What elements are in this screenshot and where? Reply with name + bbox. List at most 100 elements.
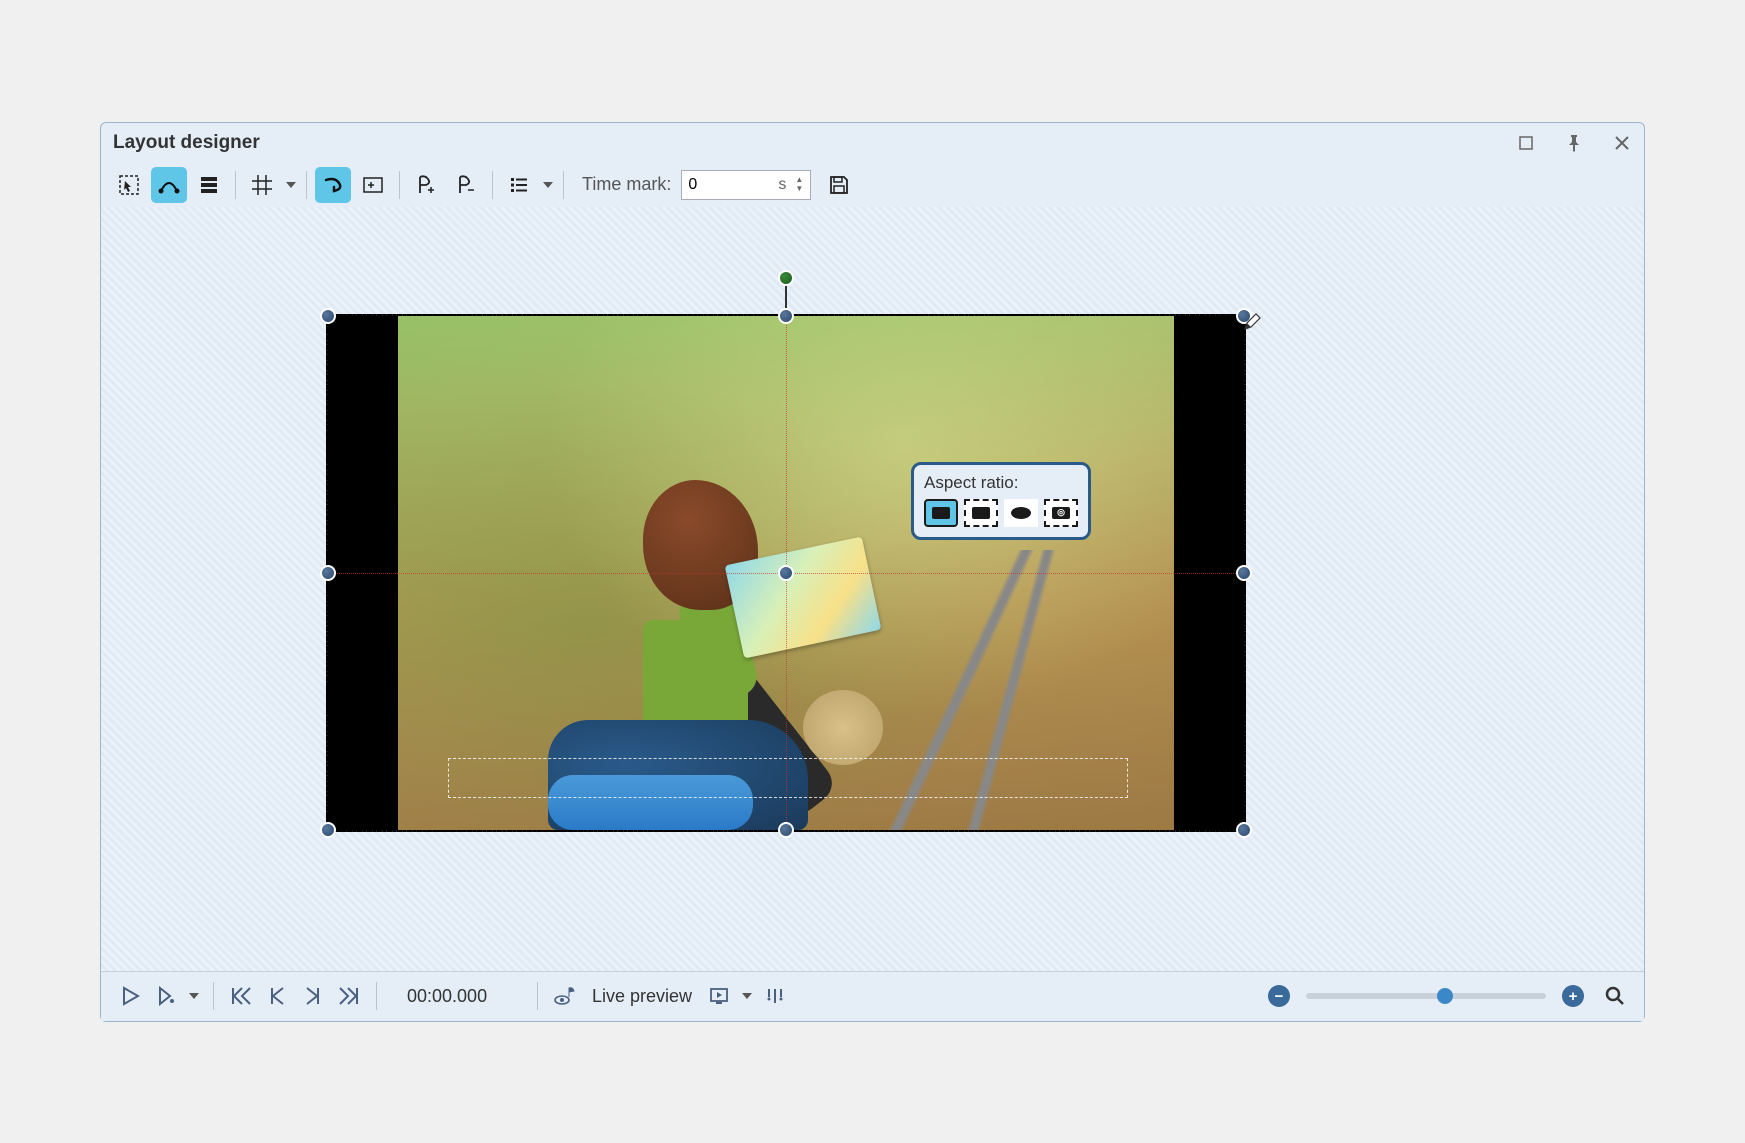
chevron-down-icon	[543, 182, 553, 188]
handle-bottom-right[interactable]	[1236, 822, 1252, 838]
grid-tool-button[interactable]	[244, 167, 280, 203]
rotate-handle[interactable]	[778, 270, 794, 286]
chevron-down-icon	[286, 182, 296, 188]
handle-mid-right[interactable]	[1236, 565, 1252, 581]
preview-mode-icon	[708, 986, 730, 1006]
titlebar: Layout designer	[101, 123, 1644, 163]
canvas-area[interactable]: Aspect ratio: ◎	[101, 207, 1644, 971]
save-button[interactable]	[821, 167, 857, 203]
rewind-start-button[interactable]	[226, 981, 256, 1011]
layout-designer-window: Layout designer	[100, 122, 1645, 1022]
zoom-in-button[interactable]: +	[1562, 985, 1584, 1007]
timeline-markers-button[interactable]	[760, 981, 790, 1011]
video-object[interactable]	[326, 314, 1246, 832]
vector-tool-button[interactable]	[151, 167, 187, 203]
aspect-option-stretch[interactable]: ◎	[1044, 499, 1078, 527]
aspect-ratio-options: ◎	[924, 499, 1078, 527]
pin-icon	[1566, 134, 1582, 152]
separator	[213, 982, 214, 1010]
aspect-ratio-title: Aspect ratio:	[924, 473, 1078, 493]
chevron-down-icon	[742, 993, 752, 999]
separator	[563, 171, 564, 199]
rewind-start-icon	[230, 986, 252, 1006]
separator	[306, 171, 307, 199]
add-region-button[interactable]	[355, 167, 391, 203]
time-spinner: ▲ ▼	[794, 176, 804, 193]
live-preview-label: Live preview	[592, 986, 692, 1007]
zoom-slider[interactable]	[1306, 993, 1546, 999]
grid-dropdown[interactable]	[284, 182, 298, 188]
flag-plus-icon	[414, 173, 438, 197]
timecode-display: 00:00.000	[407, 986, 507, 1007]
zoom-thumb[interactable]	[1437, 988, 1453, 1004]
stack-icon	[197, 173, 221, 197]
close-button[interactable]	[1612, 133, 1632, 153]
keyframe-add-button[interactable]	[408, 167, 444, 203]
magnifier-icon	[1604, 985, 1626, 1007]
chevron-down-icon	[189, 993, 199, 999]
handle-top-left[interactable]	[320, 308, 336, 324]
pen-curve-icon	[157, 173, 181, 197]
separator	[235, 171, 236, 199]
aspect-option-fill[interactable]	[1004, 499, 1038, 527]
play-button[interactable]	[115, 981, 145, 1011]
plus-icon: +	[1569, 988, 1578, 1005]
forward-end-button[interactable]	[334, 981, 364, 1011]
zoom-fit-button[interactable]	[1600, 981, 1630, 1011]
maximize-button[interactable]	[1516, 133, 1536, 153]
aspect-option-original[interactable]	[924, 499, 958, 527]
path-retro-icon	[321, 173, 345, 197]
spinner-down[interactable]: ▼	[794, 185, 804, 193]
window-title: Layout designer	[113, 132, 1516, 154]
save-icon	[828, 174, 850, 196]
handle-bottom-left[interactable]	[320, 822, 336, 838]
next-frame-icon	[303, 986, 323, 1006]
spinner-up[interactable]: ▲	[794, 176, 804, 184]
toolbar: Time mark: s ▲ ▼	[101, 163, 1644, 207]
time-mark-field[interactable]: s ▲ ▼	[681, 170, 811, 200]
separator	[492, 171, 493, 199]
next-frame-button[interactable]	[298, 981, 328, 1011]
prev-frame-icon	[267, 986, 287, 1006]
forward-end-icon	[338, 986, 360, 1006]
play-icon	[120, 986, 140, 1006]
stack-tool-button[interactable]	[191, 167, 227, 203]
markers-icon	[765, 986, 785, 1006]
list-dropdown[interactable]	[541, 182, 555, 188]
play-range-icon	[156, 986, 176, 1006]
zoom-out-button[interactable]: −	[1268, 985, 1290, 1007]
bottom-bar: 00:00.000 Live preview − +	[101, 971, 1644, 1021]
select-tool-button[interactable]	[111, 167, 147, 203]
retro-tool-button[interactable]	[315, 167, 351, 203]
dashed-select-icon	[117, 173, 141, 197]
pin-button[interactable]	[1564, 133, 1584, 153]
keyframe-remove-button[interactable]	[448, 167, 484, 203]
add-region-icon	[361, 173, 385, 197]
handle-top-center[interactable]	[778, 308, 794, 324]
preview-mode-button[interactable]	[704, 981, 734, 1011]
eye-flag-icon	[554, 986, 576, 1006]
separator	[399, 171, 400, 199]
play-dropdown[interactable]	[187, 993, 201, 999]
handle-center[interactable]	[778, 565, 794, 581]
time-mark-input[interactable]	[688, 176, 758, 194]
play-range-button[interactable]	[151, 981, 181, 1011]
grid-icon	[250, 173, 274, 197]
minus-icon: −	[1275, 988, 1284, 1005]
preview-dropdown[interactable]	[740, 993, 754, 999]
time-mark-label: Time mark:	[582, 174, 671, 195]
aspect-option-fit[interactable]	[964, 499, 998, 527]
edit-pencil-icon[interactable]	[1242, 312, 1262, 332]
list-icon	[507, 173, 531, 197]
maximize-icon	[1518, 135, 1534, 151]
handle-mid-left[interactable]	[320, 565, 336, 581]
window-controls	[1516, 133, 1632, 153]
close-icon	[1614, 135, 1630, 151]
separator	[376, 982, 377, 1010]
prev-frame-button[interactable]	[262, 981, 292, 1011]
preview-eye-button[interactable]	[550, 981, 580, 1011]
list-tool-button[interactable]	[501, 167, 537, 203]
time-unit-label: s	[778, 176, 786, 194]
handle-bottom-center[interactable]	[778, 822, 794, 838]
separator	[537, 982, 538, 1010]
